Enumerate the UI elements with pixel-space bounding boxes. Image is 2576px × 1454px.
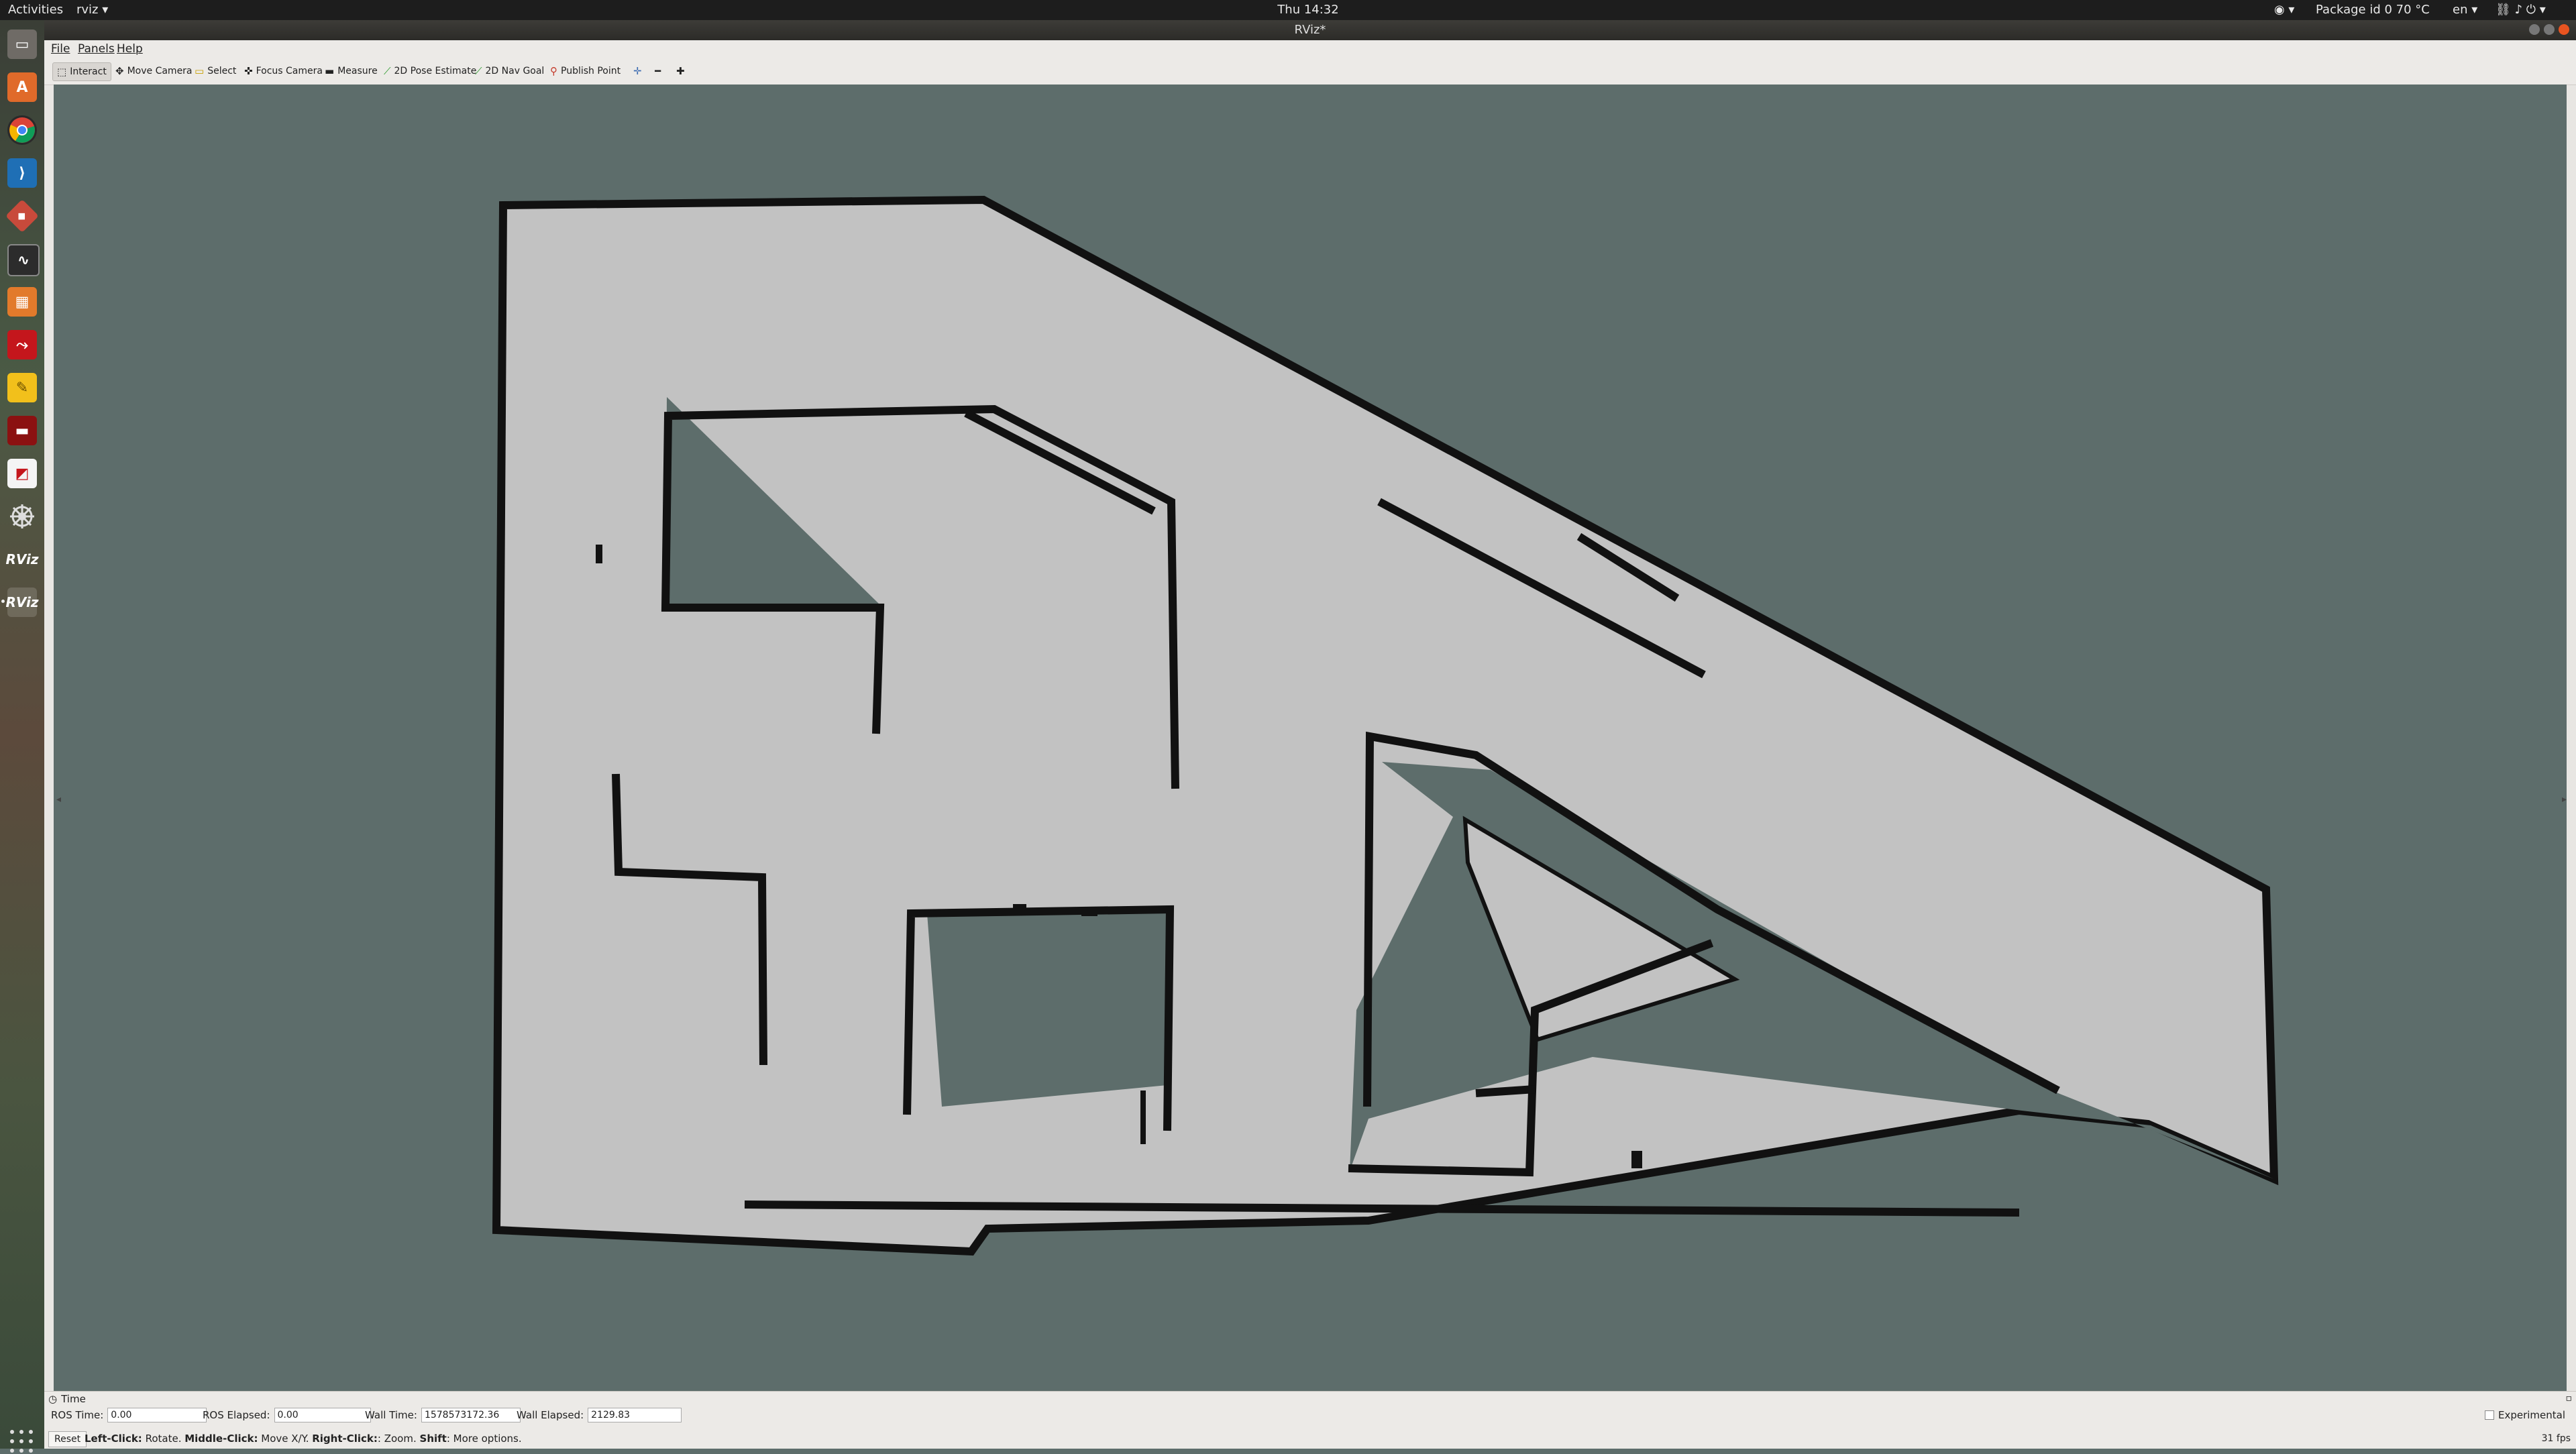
status-bar: Reset Left-Click: Rotate. Middle-Click: … (44, 1429, 2576, 1449)
system-menu-icons[interactable]: ⛓ ♪ ⏻ ▾ (2496, 3, 2546, 17)
language-indicator[interactable]: en ▾ (2453, 3, 2477, 17)
tool-settings-icon: ✚ (676, 65, 685, 77)
3d-render-view[interactable]: ◂ ▸ (54, 85, 2567, 1391)
select-icon: ▭ (195, 65, 205, 77)
occupancy-grid-map (492, 195, 2279, 1256)
time-panel-title: Time (61, 1393, 86, 1405)
wall-elapsed-field: Wall Elapsed: 2129.83 (517, 1408, 682, 1422)
fps-counter: 31 fps (2541, 1433, 2571, 1444)
ros-icon[interactable] (7, 502, 37, 531)
system-monitor-icon[interactable]: ∿ (7, 244, 40, 276)
focus-camera-tool-button[interactable]: ✜ Focus Camera (240, 62, 327, 80)
focus-icon: ✜ (244, 65, 253, 77)
goal-arrow-icon: ⟋ (475, 65, 482, 77)
time-panel-header: ◷ Time (48, 1393, 86, 1405)
menu-bar: File Panels Help (44, 40, 2576, 58)
cursor-icon: ⬚ (57, 66, 67, 78)
idea-icon[interactable]: ✎ (7, 373, 37, 402)
mouse-hint: Left-Click: Rotate. Middle-Click: Move X… (85, 1433, 522, 1445)
unknown-region-center-box (927, 909, 1169, 1107)
publish-point-tool-button[interactable]: ⚲ Publish Point (546, 62, 625, 80)
ros-elapsed-field: ROS Elapsed: 0.00 (203, 1408, 371, 1422)
wall-time-value[interactable]: 1578573172.36 (421, 1408, 521, 1422)
chrome-icon[interactable] (7, 115, 37, 145)
minimize-icon[interactable] (2529, 24, 2540, 35)
document-viewer-icon[interactable]: ◩ (7, 459, 37, 488)
window-title: RViz* (1294, 23, 1326, 37)
map-pin-icon: ⚲ (550, 65, 557, 77)
time-panel: ◷ Time ▫ ROS Time: 0.00 ROS Elapsed: 0.0… (44, 1391, 2576, 1429)
time-panel-close-icon[interactable]: ▫ (2566, 1393, 2573, 1404)
reset-button[interactable]: Reset (48, 1431, 87, 1447)
remove-tool-button[interactable]: ━ (651, 62, 665, 80)
window-controls (2529, 24, 2569, 35)
ros-time-field: ROS Time: 0.00 (51, 1408, 207, 1422)
clock-icon: ◷ (48, 1393, 58, 1405)
tool-properties-button[interactable]: ✚ (672, 62, 689, 80)
close-icon[interactable] (2559, 24, 2569, 35)
ruler-icon: ▬ (325, 65, 335, 77)
minus-icon: ━ (655, 65, 661, 77)
clock[interactable]: Thu 14:32 (1261, 3, 1355, 17)
plus-icon: ✛ (633, 65, 642, 77)
rviz-icon-active[interactable]: RViz (1, 588, 39, 617)
select-tool-button[interactable]: ▭ Select (191, 62, 240, 80)
temperature-indicator[interactable]: Package id 0 70 °C (2316, 3, 2430, 17)
window-titlebar[interactable]: RViz* (44, 20, 2576, 40)
checkbox-icon[interactable] (2484, 1410, 2494, 1420)
nav-goal-tool-button[interactable]: ⟋ 2D Nav Goal (471, 62, 548, 80)
screen-recorder-icon[interactable]: ▬ (7, 416, 37, 445)
wall-elapsed-value[interactable]: 2129.83 (588, 1408, 682, 1422)
software-store-icon[interactable]: A (7, 72, 37, 102)
move-camera-tool-button[interactable]: ✥ Move Camera (111, 62, 197, 80)
activities-button[interactable]: Activities (8, 3, 63, 17)
rviz-icon[interactable]: RViz (5, 545, 38, 574)
pdf-reader-icon[interactable]: ⤳ (7, 330, 37, 359)
system-top-bar: Activities rviz ▾ Thu 14:32 ◉ ▾ Package … (0, 0, 2576, 20)
ros-time-value[interactable]: 0.00 (107, 1408, 207, 1422)
files-icon[interactable]: ▭ (7, 30, 37, 59)
add-tool-button[interactable]: ✛ (629, 62, 646, 80)
maximize-icon[interactable] (2544, 24, 2555, 35)
show-applications-icon[interactable] (10, 1430, 34, 1454)
interact-tool-button[interactable]: ⬚ Interact (52, 62, 111, 81)
app-menu[interactable]: rviz ▾ (76, 3, 108, 17)
menu-panels[interactable]: Panels (78, 40, 115, 58)
accessibility-icon[interactable]: ◉ ▾ (2274, 3, 2294, 17)
wall-time-field: Wall Time: 1578573172.36 (365, 1408, 521, 1422)
measure-tool-button[interactable]: ▬ Measure (321, 62, 382, 80)
menu-help[interactable]: Help (117, 40, 143, 58)
pose-arrow-icon: ⟋ (384, 65, 391, 77)
menu-file[interactable]: File (51, 40, 70, 58)
pose-estimate-tool-button[interactable]: ⟋ 2D Pose Estimate (380, 62, 480, 80)
dock: ▭ A ⟩ ◆ ∿ ▦ ⤳ ✎ ▬ ◩ RViz RViz (0, 20, 44, 1453)
ros-elapsed-value[interactable]: 0.00 (274, 1408, 371, 1422)
experimental-checkbox[interactable]: Experimental (2484, 1409, 2565, 1421)
move-icon: ✥ (115, 65, 124, 77)
calculator-icon[interactable]: ▦ (7, 287, 37, 317)
git-icon[interactable]: ◆ (5, 199, 39, 233)
tool-bar: ⬚ Interact ✥ Move Camera ▭ Select ✜ Focu… (44, 58, 2576, 85)
vscode-icon[interactable]: ⟩ (7, 158, 37, 188)
rviz-window: RViz* File Panels Help ⬚ Interact ✥ Move… (44, 20, 2576, 1449)
